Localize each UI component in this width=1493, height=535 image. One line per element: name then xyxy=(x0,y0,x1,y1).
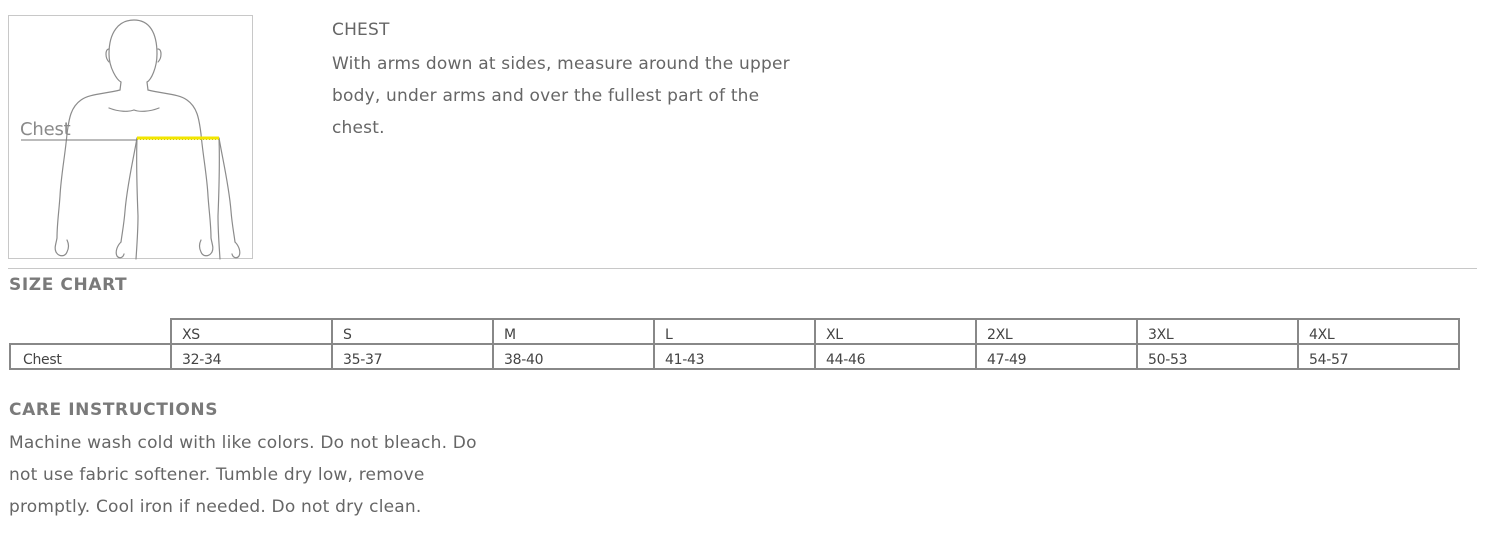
measurement-title: CHEST xyxy=(332,20,390,40)
size-header-m: M xyxy=(492,318,655,345)
size-header-2xl: 2XL xyxy=(975,318,1138,345)
table-cell: 32-34 xyxy=(170,343,333,370)
size-header-xs: XS xyxy=(170,318,333,345)
section-divider xyxy=(8,268,1477,269)
size-header-l: L xyxy=(653,318,816,345)
care-instructions-heading: CARE INSTRUCTIONS xyxy=(9,400,219,420)
size-header-3xl: 3XL xyxy=(1136,318,1299,345)
measurement-figure: Chest xyxy=(8,15,253,260)
table-cell: 54-57 xyxy=(1297,343,1460,370)
size-header-s: S xyxy=(331,318,494,345)
table-cell: 47-49 xyxy=(975,343,1138,370)
size-header-row: XS S M L XL 2XL 3XL 4XL xyxy=(10,318,1460,345)
chest-label: Chest xyxy=(20,119,71,140)
size-header-xl: XL xyxy=(814,318,977,345)
table-corner-cell xyxy=(10,319,172,345)
table-row: Chest 32-34 35-37 38-40 41-43 44-46 47-4… xyxy=(9,343,1460,370)
care-instructions-text: Machine wash cold with like colors. Do n… xyxy=(9,433,477,517)
size-chart-heading: SIZE CHART xyxy=(9,275,128,295)
table-cell: 35-37 xyxy=(331,343,494,370)
row-label-chest: Chest xyxy=(9,343,172,370)
table-cell: 38-40 xyxy=(492,343,655,370)
table-cell: 41-43 xyxy=(653,343,816,370)
size-header-4xl: 4XL xyxy=(1297,318,1460,345)
measurement-description: With arms down at sides, measure around … xyxy=(332,54,790,138)
table-cell: 50-53 xyxy=(1136,343,1299,370)
size-chart-table: XS S M L XL 2XL 3XL 4XL Chest 32-34 35-3… xyxy=(9,318,1460,370)
table-cell: 44-46 xyxy=(814,343,977,370)
